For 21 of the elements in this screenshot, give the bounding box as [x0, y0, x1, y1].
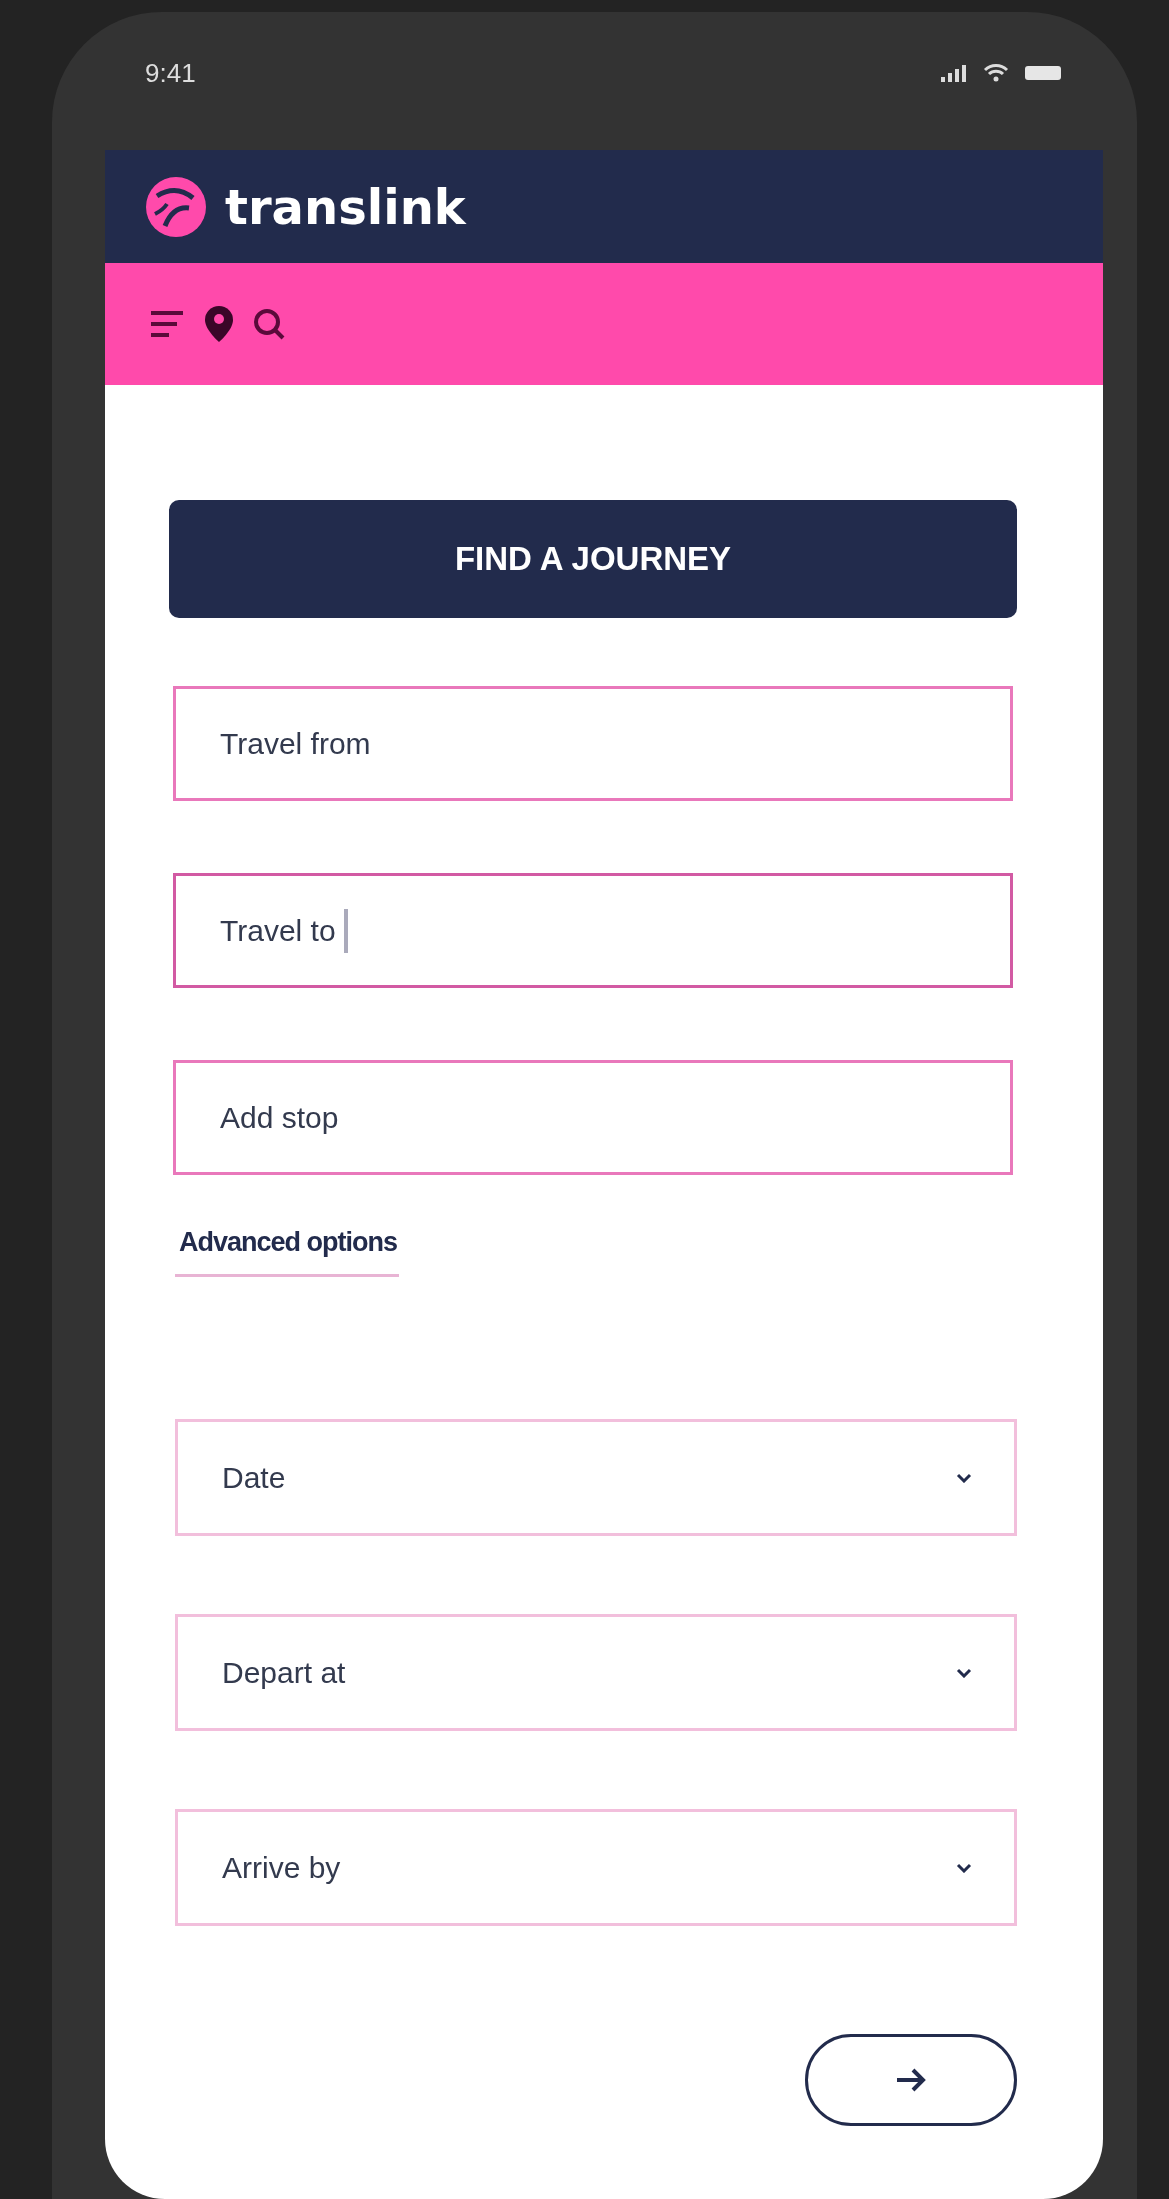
advanced-options-link[interactable]: Advanced options: [175, 1227, 400, 1277]
location-pin-icon[interactable]: [205, 306, 233, 342]
chevron-down-icon: [956, 1472, 972, 1483]
logo-icon: [145, 175, 207, 238]
dropdown-field[interactable]: Date: [175, 1419, 1017, 1536]
dropdown-field[interactable]: Depart at: [175, 1614, 1017, 1731]
menu-icon[interactable]: [151, 309, 185, 339]
input-field[interactable]: Travel to: [173, 873, 1013, 988]
battery-icon: [1025, 64, 1061, 82]
input-field[interactable]: Add stop: [173, 1060, 1013, 1175]
find-journey-button[interactable]: FIND A JOURNEY: [169, 500, 1017, 618]
status-time: 9:41: [145, 57, 196, 89]
signal-icon: [941, 64, 967, 82]
chevron-down-icon: [956, 1862, 972, 1873]
dropdown-field[interactable]: Arrive by: [175, 1809, 1017, 1926]
wifi-icon: [983, 63, 1009, 83]
search-icon[interactable]: [253, 308, 285, 340]
input-field[interactable]: Travel from: [173, 686, 1013, 801]
arrow-right-icon: [895, 2067, 927, 2093]
chevron-down-icon: [956, 1667, 972, 1678]
brand-name: translink: [225, 178, 466, 235]
